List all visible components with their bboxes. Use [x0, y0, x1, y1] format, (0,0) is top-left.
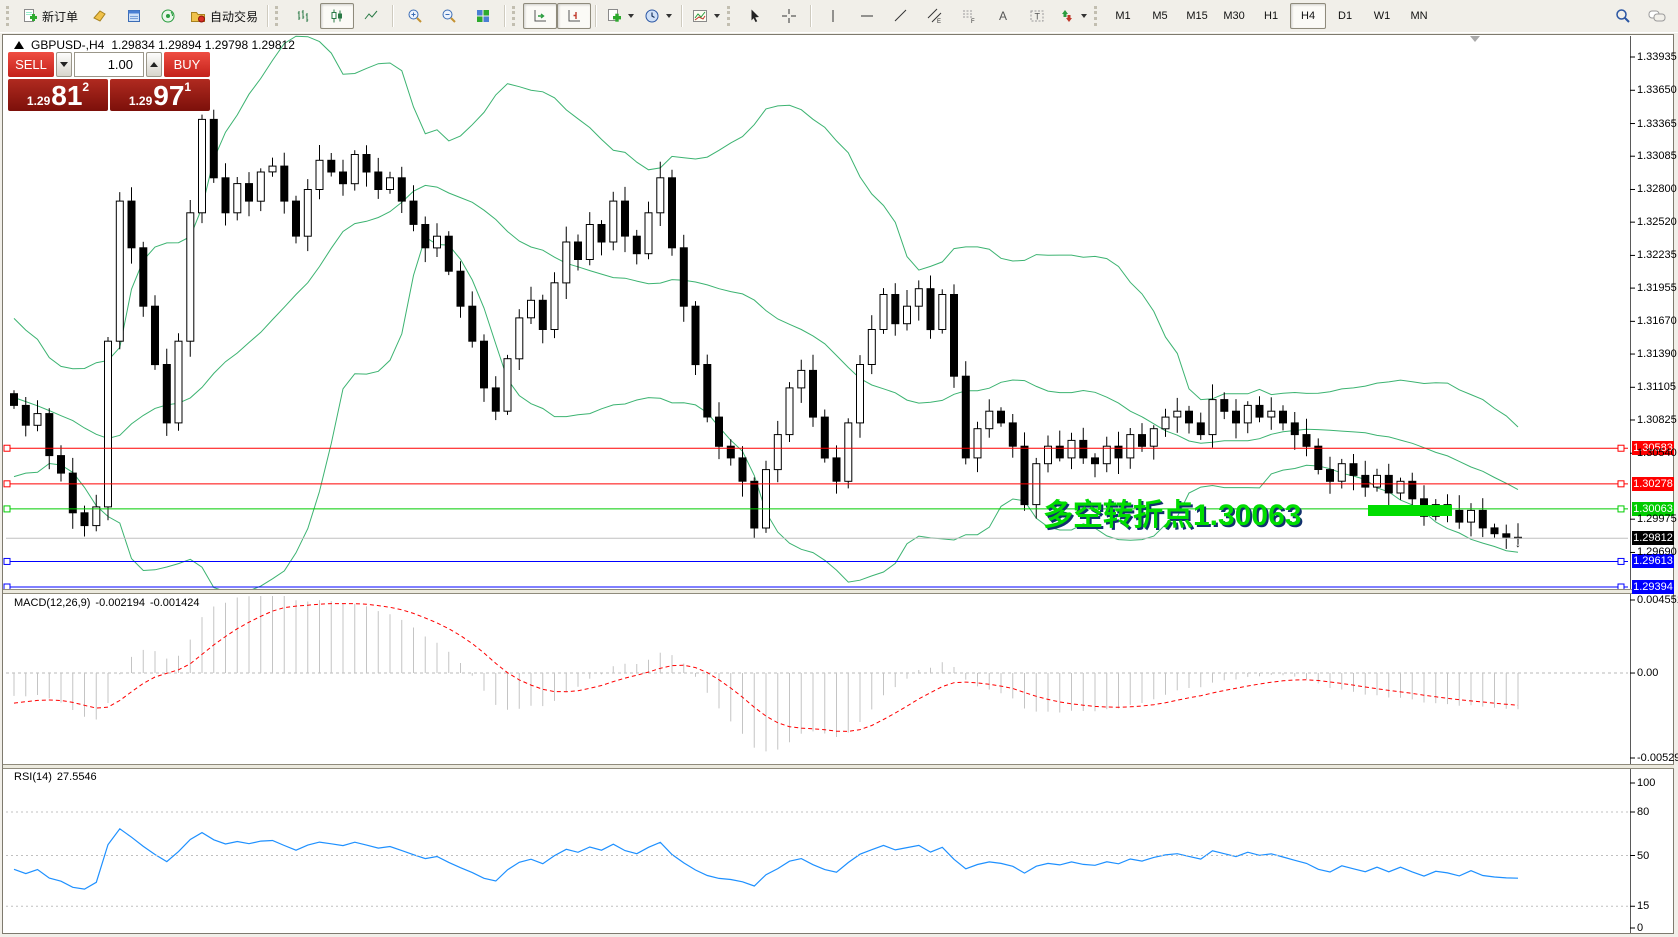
trendline-button[interactable]: [884, 3, 918, 29]
fibonacci-button[interactable]: F: [952, 3, 986, 29]
arrows-button[interactable]: [1054, 3, 1092, 29]
data-window-button[interactable]: [117, 3, 151, 29]
chart-line-button[interactable]: [354, 3, 388, 29]
zoom-in-button[interactable]: [398, 3, 432, 29]
chart-plot-area[interactable]: [6, 36, 1628, 587]
zoom-out-button[interactable]: [432, 3, 466, 29]
chart-shift-button[interactable]: [557, 3, 591, 29]
text-label-button[interactable]: T: [1020, 3, 1054, 29]
channel-button[interactable]: E: [918, 3, 952, 29]
crosshair-button[interactable]: [772, 3, 806, 29]
text-a-icon: A: [995, 8, 1011, 24]
candlestick-icon: [329, 8, 345, 24]
zoom-in-icon: [407, 8, 423, 24]
macd-panel-area[interactable]: [6, 593, 1628, 762]
toolbar-grip[interactable]: [512, 6, 518, 26]
horizontal-line-icon: [859, 8, 875, 24]
search-icon: [1615, 8, 1631, 24]
timeframe-button-H4[interactable]: H4: [1290, 3, 1326, 29]
new-order-icon: [22, 8, 38, 24]
indicators-dropdown-caret[interactable]: [714, 14, 720, 18]
auto-scroll-icon: [532, 8, 548, 24]
timeframe-button-M1[interactable]: M1: [1105, 3, 1141, 29]
text-label-icon: T: [1029, 8, 1045, 24]
clock-icon: [644, 8, 660, 24]
tile-windows-button[interactable]: [466, 3, 500, 29]
timeframe-button-M30[interactable]: M30: [1216, 3, 1252, 29]
equidistant-channel-icon: E: [927, 8, 943, 24]
bar-chart-icon: [295, 8, 311, 24]
timeframe-button-H1[interactable]: H1: [1253, 3, 1289, 29]
cursor-icon: [747, 8, 763, 24]
timeframe-button-D1[interactable]: D1: [1327, 3, 1363, 29]
svg-text:E: E: [937, 19, 941, 24]
mt4-terminal: 新订单 自动交易: [0, 0, 1678, 937]
toolbar-grip[interactable]: [1094, 6, 1100, 26]
autotrade-label: 自动交易: [210, 8, 258, 25]
period-button[interactable]: [639, 3, 677, 29]
cursor-button[interactable]: [738, 3, 772, 29]
timeframe-button-M15[interactable]: M15: [1179, 3, 1215, 29]
text-button[interactable]: A: [986, 3, 1020, 29]
timeframe-button-MN[interactable]: MN: [1401, 3, 1437, 29]
toolbar-grip[interactable]: [275, 6, 281, 26]
new-order-button[interactable]: 新订单: [17, 3, 83, 29]
indicators-button[interactable]: [687, 3, 725, 29]
svg-text:F: F: [971, 19, 975, 24]
indicators-icon: [692, 8, 708, 24]
chat-button[interactable]: [1640, 3, 1674, 29]
chart-shift-icon: [566, 8, 582, 24]
vertical-line-button[interactable]: [816, 3, 850, 29]
new-chart-dropdown-caret[interactable]: [628, 14, 634, 18]
navigator-icon: [160, 8, 176, 24]
svg-text:A: A: [999, 9, 1007, 23]
data-window-icon: [126, 8, 142, 24]
svg-text:T: T: [1035, 12, 1041, 22]
line-chart-icon: [363, 8, 379, 24]
auto-scroll-button[interactable]: [523, 3, 557, 29]
arrows-icon: [1059, 8, 1075, 24]
chart-candles-button[interactable]: [320, 3, 354, 29]
timeframe-button-W1[interactable]: W1: [1364, 3, 1400, 29]
timeframe-toolbar: M1M5M15M30H1H4D1W1MN: [1105, 3, 1437, 29]
period-dropdown-caret[interactable]: [666, 14, 672, 18]
rsi-panel-area[interactable]: [6, 770, 1628, 930]
toolbar-grip[interactable]: [727, 6, 733, 26]
horizontal-line-button[interactable]: [850, 3, 884, 29]
navigator-button[interactable]: [151, 3, 185, 29]
market-watch-icon: [92, 8, 108, 24]
market-watch-button[interactable]: [83, 3, 117, 29]
search-button[interactable]: [1606, 3, 1640, 29]
trendline-icon: [893, 8, 909, 24]
zoom-out-icon: [441, 8, 457, 24]
arrows-dropdown-caret[interactable]: [1081, 14, 1087, 18]
timeframe-button-M5[interactable]: M5: [1142, 3, 1178, 29]
tile-windows-icon: [475, 8, 491, 24]
new-chart-icon: [606, 8, 622, 24]
autotrade-icon: [190, 8, 206, 24]
new-order-label: 新订单: [42, 8, 78, 25]
vertical-line-icon: [825, 8, 841, 24]
chat-icon: [1648, 8, 1666, 24]
main-toolbar: 新订单 自动交易: [0, 0, 1678, 33]
chart-bars-button[interactable]: [286, 3, 320, 29]
autotrade-button[interactable]: 自动交易: [185, 3, 263, 29]
crosshair-icon: [781, 8, 797, 24]
toolbar-grip[interactable]: [6, 6, 12, 26]
price-axis[interactable]: [1630, 36, 1676, 930]
fibonacci-icon: F: [961, 8, 977, 24]
new-chart-button[interactable]: [601, 3, 639, 29]
